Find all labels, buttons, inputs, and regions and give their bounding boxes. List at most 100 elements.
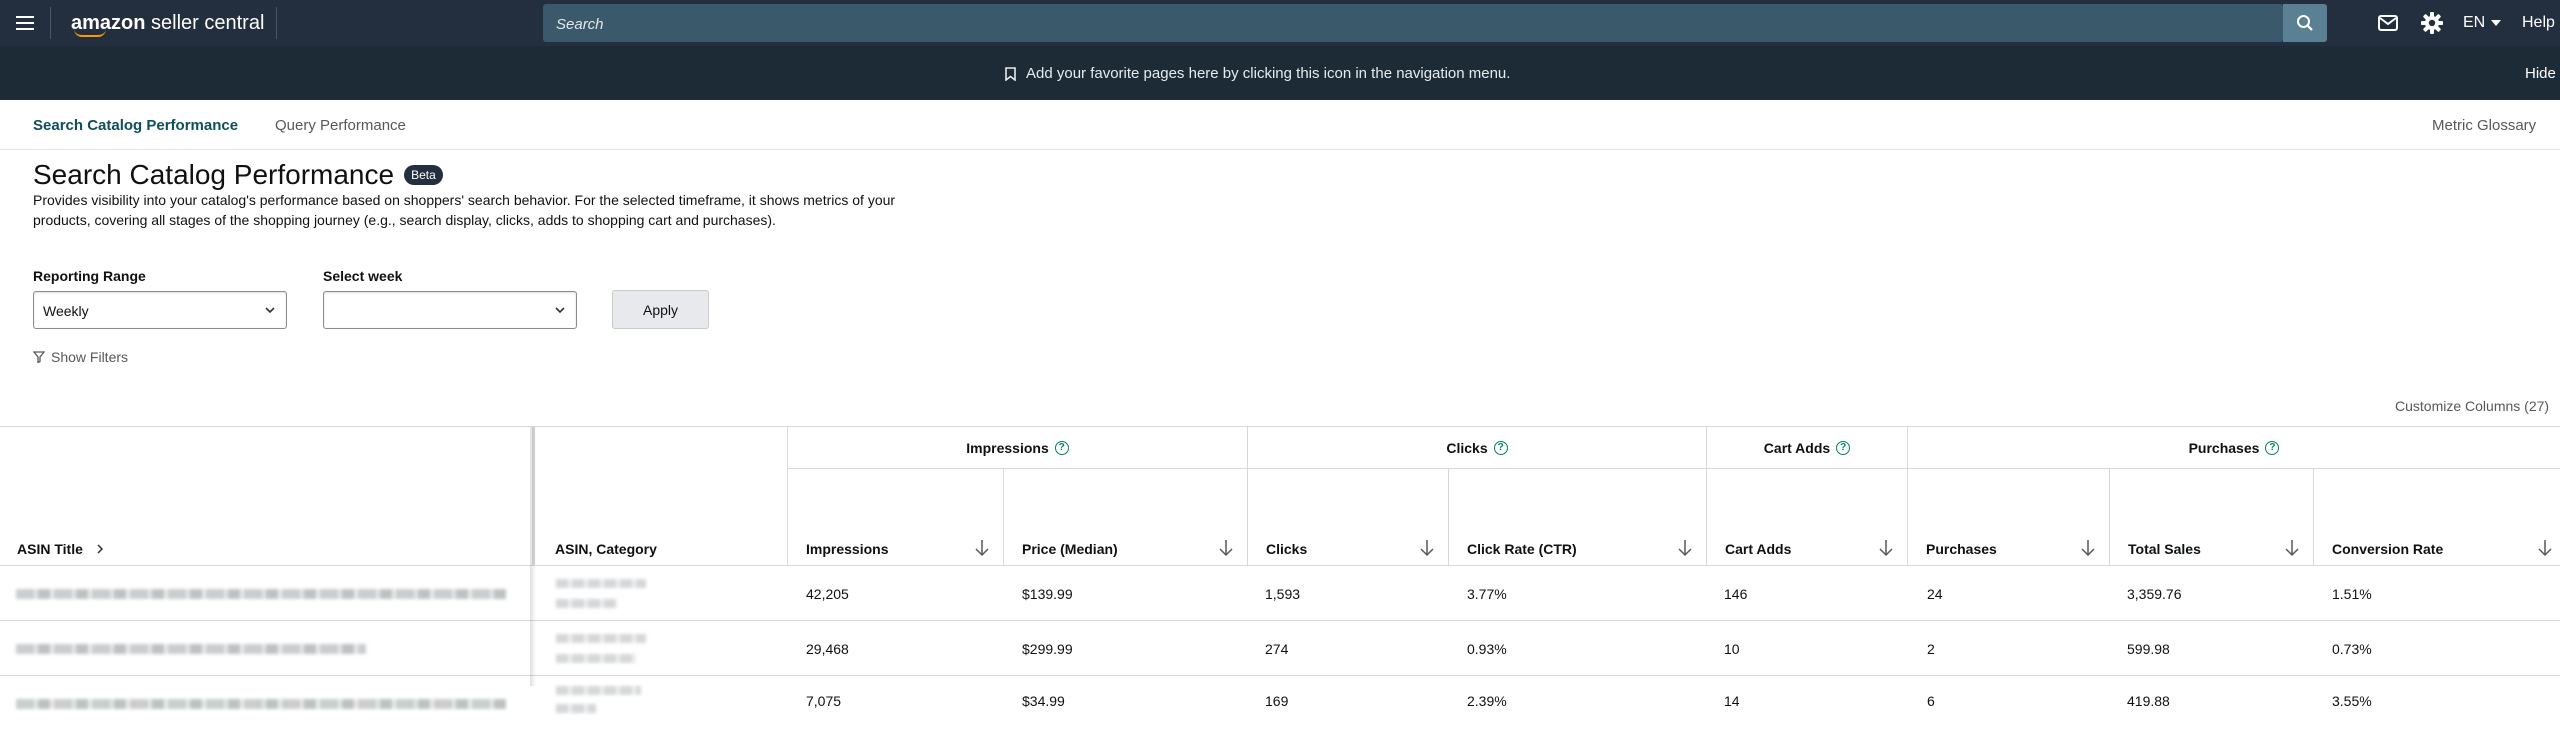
menu-icon[interactable] bbox=[0, 0, 50, 46]
table-row[interactable]: 42,205 $139.99 1,593 3.77% 146 24 3,359.… bbox=[0, 565, 2560, 620]
cell-impressions: 42,205 bbox=[806, 586, 849, 602]
table-row[interactable]: 29,468 $299.99 274 0.93% 10 2 599.98 0.7… bbox=[0, 620, 2560, 675]
column-label-text: ASIN Title bbox=[17, 541, 83, 557]
sort-arrow-icon[interactable] bbox=[1219, 539, 1233, 557]
sort-arrow-icon[interactable] bbox=[2285, 539, 2299, 557]
redacted-category bbox=[556, 599, 616, 608]
search-button[interactable] bbox=[2283, 4, 2327, 42]
sort-arrow-icon[interactable] bbox=[1879, 539, 1893, 557]
redacted-asin bbox=[556, 579, 646, 588]
chevron-right-icon bbox=[97, 544, 103, 554]
column-header-click-rate[interactable]: Click Rate (CTR) bbox=[1448, 469, 1706, 565]
column-label: Conversion Rate bbox=[2332, 541, 2444, 557]
smile-icon bbox=[74, 29, 106, 37]
amazon-seller-central-logo[interactable]: amazon seller central bbox=[71, 11, 276, 37]
cell-cart-adds: 10 bbox=[1724, 641, 1740, 657]
column-label: Impressions bbox=[806, 541, 889, 557]
column-header-asin-title[interactable]: ASIN Title bbox=[0, 427, 532, 565]
column-header-clicks[interactable]: Clicks bbox=[1247, 469, 1448, 565]
group-header-clicks: Clicks? bbox=[1247, 427, 1706, 469]
hide-button[interactable]: Hide bbox=[2525, 65, 2556, 82]
sort-arrow-icon[interactable] bbox=[975, 539, 989, 557]
sort-arrow-icon[interactable] bbox=[2538, 539, 2552, 557]
column-label: Price (Median) bbox=[1022, 541, 1118, 557]
help-icon[interactable]: ? bbox=[1836, 440, 1851, 455]
group-label: Purchases bbox=[2188, 439, 2260, 456]
reporting-range-select[interactable]: Weekly bbox=[33, 291, 287, 329]
help-icon[interactable]: ? bbox=[1493, 440, 1508, 455]
chevron-down-icon bbox=[555, 307, 565, 314]
column-label: Cart Adds bbox=[1725, 541, 1792, 557]
sort-arrow-icon[interactable] bbox=[1420, 539, 1434, 557]
group-header-impressions: Impressions? bbox=[787, 427, 1247, 469]
show-filters-button[interactable]: Show Filters bbox=[33, 349, 128, 365]
group-label: Clicks bbox=[1446, 439, 1488, 456]
column-header-impressions[interactable]: Impressions bbox=[787, 469, 1003, 565]
column-header-conversion-rate[interactable]: Conversion Rate bbox=[2313, 469, 2560, 565]
metric-glossary-link[interactable]: Metric Glossary bbox=[2432, 117, 2536, 134]
sort-arrow-icon[interactable] bbox=[1678, 539, 1692, 557]
reporting-range-label: Reporting Range bbox=[33, 268, 146, 284]
sub-navigation: Search Catalog Performance Query Perform… bbox=[0, 100, 2560, 150]
column-label: ASIN Title bbox=[17, 541, 105, 557]
cell-price: $34.99 bbox=[1022, 693, 1065, 709]
mail-icon[interactable] bbox=[2378, 0, 2398, 46]
cell-clicks: 1,593 bbox=[1265, 586, 1301, 602]
cell-total-sales: 3,359.76 bbox=[2127, 586, 2182, 602]
filter-icon bbox=[33, 351, 45, 363]
group-label: Cart Adds bbox=[1763, 439, 1831, 456]
cell-purchases: 24 bbox=[1927, 586, 1943, 602]
page-description: Provides visibility into your catalog's … bbox=[33, 192, 896, 228]
group-label: Impressions bbox=[966, 439, 1049, 456]
help-icon[interactable]: ? bbox=[2265, 440, 2280, 455]
gear-icon[interactable] bbox=[2421, 0, 2443, 46]
column-header-total-sales[interactable]: Total Sales bbox=[2109, 469, 2313, 565]
cell-impressions: 29,468 bbox=[806, 641, 849, 657]
sort-arrow-icon[interactable] bbox=[2081, 539, 2095, 557]
select-week-select[interactable] bbox=[323, 291, 577, 329]
language-selector[interactable]: EN bbox=[2463, 0, 2502, 46]
apply-button[interactable]: Apply bbox=[612, 290, 709, 329]
cell-cart-adds: 14 bbox=[1724, 693, 1740, 709]
bookmark-icon bbox=[1005, 66, 1016, 81]
column-label: Total Sales bbox=[2128, 541, 2201, 557]
redacted-category bbox=[556, 654, 636, 663]
cell-price: $139.99 bbox=[1022, 586, 1073, 602]
reporting-range-value: Weekly bbox=[43, 303, 89, 319]
language-label: EN bbox=[2463, 14, 2486, 31]
show-filters-label: Show Filters bbox=[51, 349, 129, 365]
cell-ctr: 0.93% bbox=[1467, 641, 1507, 657]
redacted-asin bbox=[556, 686, 641, 695]
tab-search-catalog-performance[interactable]: Search Catalog Performance bbox=[33, 117, 238, 134]
redacted-asin-title bbox=[16, 589, 506, 599]
column-header-cart-adds[interactable]: Cart Adds bbox=[1706, 469, 1907, 565]
cell-purchases: 6 bbox=[1927, 693, 1935, 709]
favorites-bar: Add your favorite pages here by clicking… bbox=[0, 46, 2560, 100]
column-header-price-median[interactable]: Price (Median) bbox=[1003, 469, 1247, 565]
cell-total-sales: 419.88 bbox=[2127, 693, 2170, 709]
column-header-asin-category: ASIN, Category bbox=[532, 427, 787, 565]
caret-down-icon bbox=[2491, 20, 2502, 26]
search-icon bbox=[2297, 15, 2313, 31]
cell-impressions: 7,075 bbox=[806, 693, 842, 709]
cell-clicks: 274 bbox=[1265, 641, 1289, 657]
cell-ctr: 3.77% bbox=[1467, 586, 1507, 602]
performance-table: Impressions? Clicks? Cart Adds? Purchase… bbox=[0, 426, 2560, 713]
help-link[interactable]: Help bbox=[2522, 0, 2555, 46]
redacted-asin-title bbox=[16, 699, 506, 709]
favorites-text: Add your favorite pages here by clicking… bbox=[1026, 65, 1511, 82]
group-header-purchases: Purchases? bbox=[1907, 427, 2560, 469]
customize-columns-link[interactable]: Customize Columns (27) bbox=[2395, 398, 2549, 414]
column-label: Click Rate (CTR) bbox=[1467, 541, 1577, 557]
cell-purchases: 2 bbox=[1927, 641, 1935, 657]
help-icon[interactable]: ? bbox=[1054, 440, 1069, 455]
cell-conversion-rate: 1.51% bbox=[2332, 586, 2372, 602]
column-label: ASIN, Category bbox=[555, 541, 657, 557]
column-header-purchases[interactable]: Purchases bbox=[1907, 469, 2109, 565]
cell-total-sales: 599.98 bbox=[2127, 641, 2170, 657]
search-input[interactable]: Search bbox=[543, 4, 2283, 42]
page-title: Search Catalog Performance Beta bbox=[33, 159, 443, 191]
tab-query-performance[interactable]: Query Performance bbox=[275, 117, 406, 134]
table-row[interactable]: 7,075 $34.99 169 2.39% 14 6 419.88 3.55% bbox=[0, 675, 2560, 730]
brand-suffix: seller central bbox=[151, 11, 265, 34]
